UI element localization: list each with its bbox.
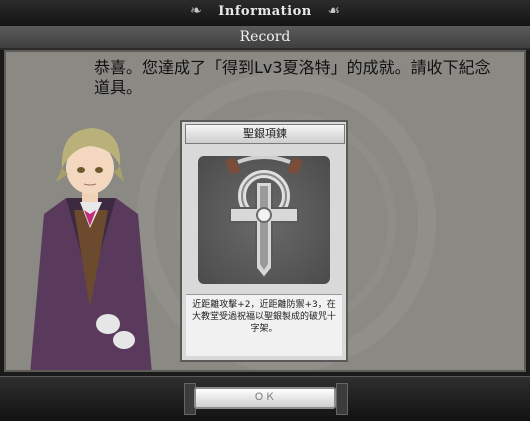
item-card: 聖銀項鍊 近距離攻擊+2，近距離防禦+3，在大教堂受過祝福以聖銀製成的破咒十字架… [180, 120, 348, 362]
silver-cross-necklace-icon [225, 155, 303, 280]
item-description: 近距離攻擊+2，近距離防禦+3，在大教堂受過祝福以聖銀製成的破咒十字架。 [186, 294, 342, 356]
character-portrait [30, 128, 152, 370]
ok-button[interactable]: ＯＫ [194, 387, 336, 409]
title-bar: ❧ Information ☙ [0, 0, 530, 27]
record-panel: 恭喜。您達成了「得到Lv3夏洛特」的成就。請收下紀念道具。 聖銀項鍊 近距離攻擊… [4, 50, 526, 372]
ornament-right-icon: ☙ [327, 3, 340, 19]
record-title: Record [239, 29, 291, 45]
achievement-message: 恭喜。您達成了「得到Lv3夏洛特」的成就。請收下紀念道具。 [94, 58, 491, 97]
footer-bar: ＯＫ [0, 376, 530, 421]
item-art [198, 155, 330, 284]
ok-button-right-cap [336, 383, 348, 415]
window-title: Information [218, 4, 312, 19]
item-name: 聖銀項鍊 [185, 124, 345, 144]
record-header: Record [0, 26, 530, 50]
